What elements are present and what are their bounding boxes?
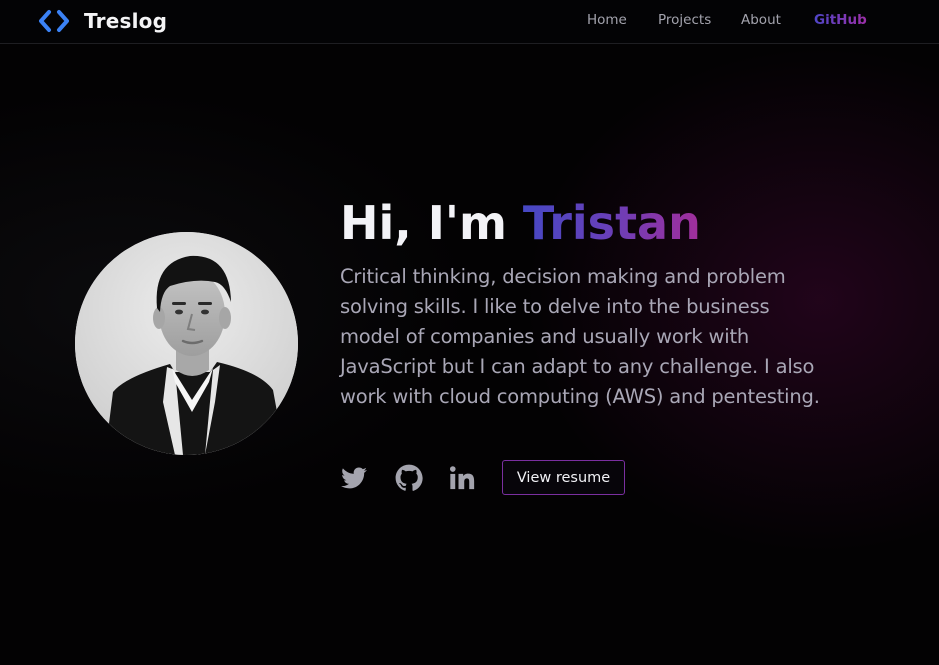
hero-name: Tristan (522, 196, 701, 250)
profile-photo (75, 232, 298, 455)
nav-link-projects[interactable]: Projects (658, 12, 711, 28)
nav-link-about[interactable]: About (741, 12, 781, 28)
hero-actions: View resume (340, 460, 640, 495)
hero-bio: Critical thinking, decision making and p… (340, 265, 820, 408)
nav-link-home[interactable]: Home (587, 12, 627, 28)
linkedin-link[interactable] (448, 464, 476, 492)
nav-link-github[interactable]: GitHub (814, 12, 867, 28)
github-icon (395, 464, 423, 491)
navbar: Treslog Home Projects About GitHub (0, 0, 939, 44)
twitter-icon (341, 467, 367, 489)
github-link[interactable] (395, 464, 423, 492)
linkedin-icon (449, 466, 475, 490)
view-resume-button[interactable]: View resume (502, 460, 625, 495)
profile-photo-illustration (75, 232, 298, 455)
hero-greeting: Hi, I'm (340, 196, 523, 250)
hero-section: Hi, I'm Tristan Critical thinking, decis… (340, 193, 840, 412)
twitter-link[interactable] (340, 464, 368, 492)
main-nav: Home Projects About GitHub (0, 12, 939, 32)
hero-headline: Hi, I'm Tristan (340, 193, 840, 253)
